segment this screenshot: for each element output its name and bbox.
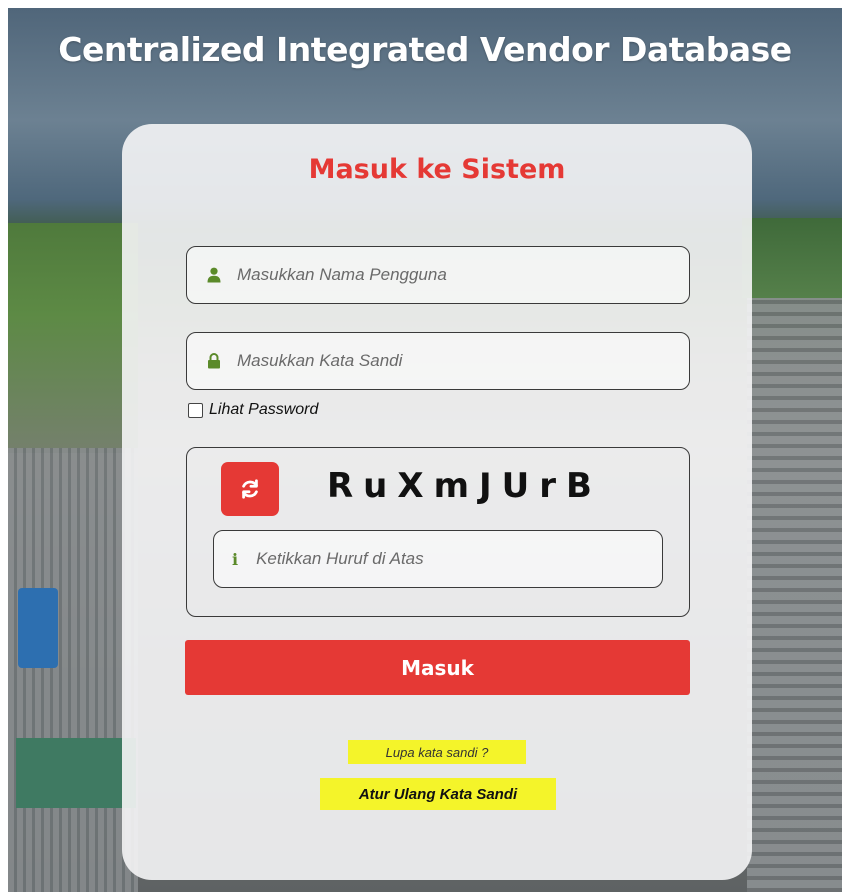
lock-icon (207, 353, 221, 369)
info-icon: i (232, 549, 239, 569)
username-field[interactable] (186, 246, 690, 304)
login-title: Masuk ke Sistem (308, 154, 566, 185)
background-tank (18, 588, 58, 668)
show-password-checkbox[interactable] (188, 402, 203, 418)
background-plant-right (747, 298, 842, 892)
login-card: Masuk ke Sistem Lihat Password (122, 124, 752, 880)
username-input[interactable] (237, 265, 657, 285)
forgot-password-link[interactable]: Lupa kata sandi ? (348, 740, 526, 764)
show-password-toggle[interactable]: Lihat Password (188, 401, 318, 419)
password-field[interactable] (186, 332, 690, 390)
captcha-input[interactable] (256, 549, 637, 569)
captcha-panel: RuXmJUrB i (186, 447, 690, 617)
captcha-field[interactable]: i (213, 530, 663, 588)
page-title: Centralized Integrated Vendor Database (58, 30, 792, 69)
reset-password-link[interactable]: Atur Ulang Kata Sandi (320, 778, 556, 810)
login-button[interactable]: Masuk (185, 640, 690, 695)
background-land-right (742, 218, 842, 298)
background-land (8, 223, 138, 453)
user-icon (207, 267, 221, 283)
background-roof (16, 738, 136, 808)
captcha-refresh-button[interactable] (221, 462, 279, 516)
password-input[interactable] (237, 351, 657, 371)
refresh-icon (242, 479, 258, 499)
captcha-code: RuXmJUrB (327, 466, 602, 506)
background-plant (8, 448, 138, 892)
show-password-label: Lihat Password (209, 401, 319, 418)
